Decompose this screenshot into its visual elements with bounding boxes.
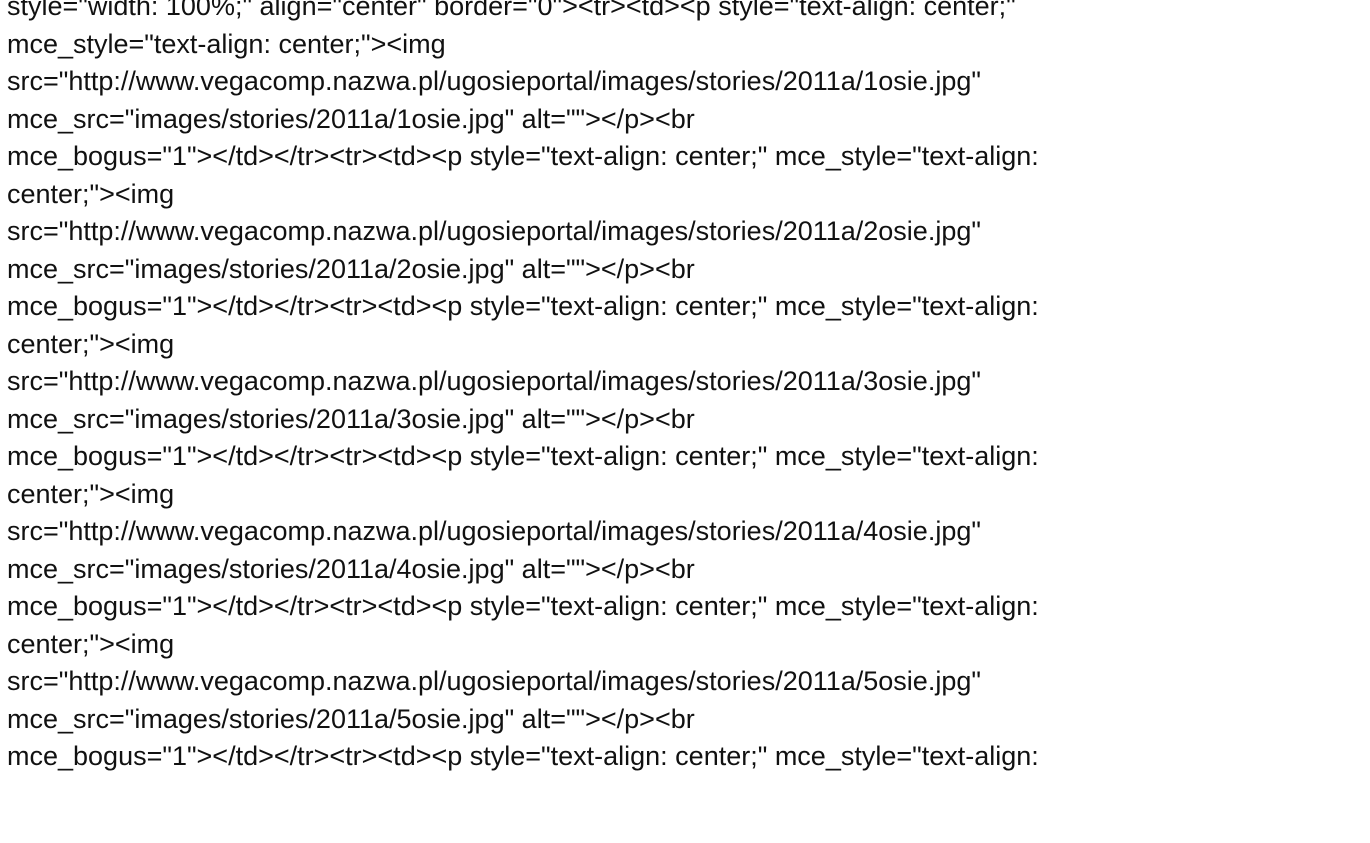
source-line: mce_bogus="1"></td></tr><tr><td><p style…: [7, 741, 1039, 771]
source-line: mce_bogus="1"></td></tr><tr><td><p style…: [7, 291, 1039, 321]
source-line: center;"><img: [7, 478, 175, 509]
source-line: mce_src="images/stories/2011a/3osie.jpg"…: [7, 403, 695, 434]
source-line: center;"><img: [7, 328, 175, 359]
source-line: src="http://www.vegacomp.nazwa.pl/ugosie…: [7, 666, 981, 696]
source-line: mce_src="images/stories/2011a/4osie.jpg"…: [7, 553, 695, 584]
source-line: mce_src="images/stories/2011a/5osie.jpg"…: [7, 703, 695, 734]
source-line: mce_bogus="1"></td></tr><tr><td><p style…: [7, 141, 1039, 171]
document-page: style="width: 100%;" align="center" bord…: [0, 0, 1370, 843]
source-line: center;"><img: [7, 628, 175, 659]
source-line: src="http://www.vegacomp.nazwa.pl/ugosie…: [7, 516, 981, 546]
source-line: center;"><img: [7, 178, 175, 209]
source-line: src="http://www.vegacomp.nazwa.pl/ugosie…: [7, 66, 981, 96]
source-line: mce_src="images/stories/2011a/1osie.jpg"…: [7, 103, 695, 134]
source-line: mce_style="text-align: center;"><img: [7, 28, 446, 59]
source-line: style="width: 100%;" align="center" bord…: [7, 0, 1016, 21]
source-line: mce_src="images/stories/2011a/2osie.jpg"…: [7, 253, 695, 284]
source-line: src="http://www.vegacomp.nazwa.pl/ugosie…: [7, 366, 981, 396]
source-line: mce_bogus="1"></td></tr><tr><td><p style…: [7, 441, 1039, 471]
html-source-text: style="width: 100%;" align="center" bord…: [0, 0, 1370, 776]
source-line: mce_bogus="1"></td></tr><tr><td><p style…: [7, 591, 1039, 621]
source-line: src="http://www.vegacomp.nazwa.pl/ugosie…: [7, 216, 981, 246]
